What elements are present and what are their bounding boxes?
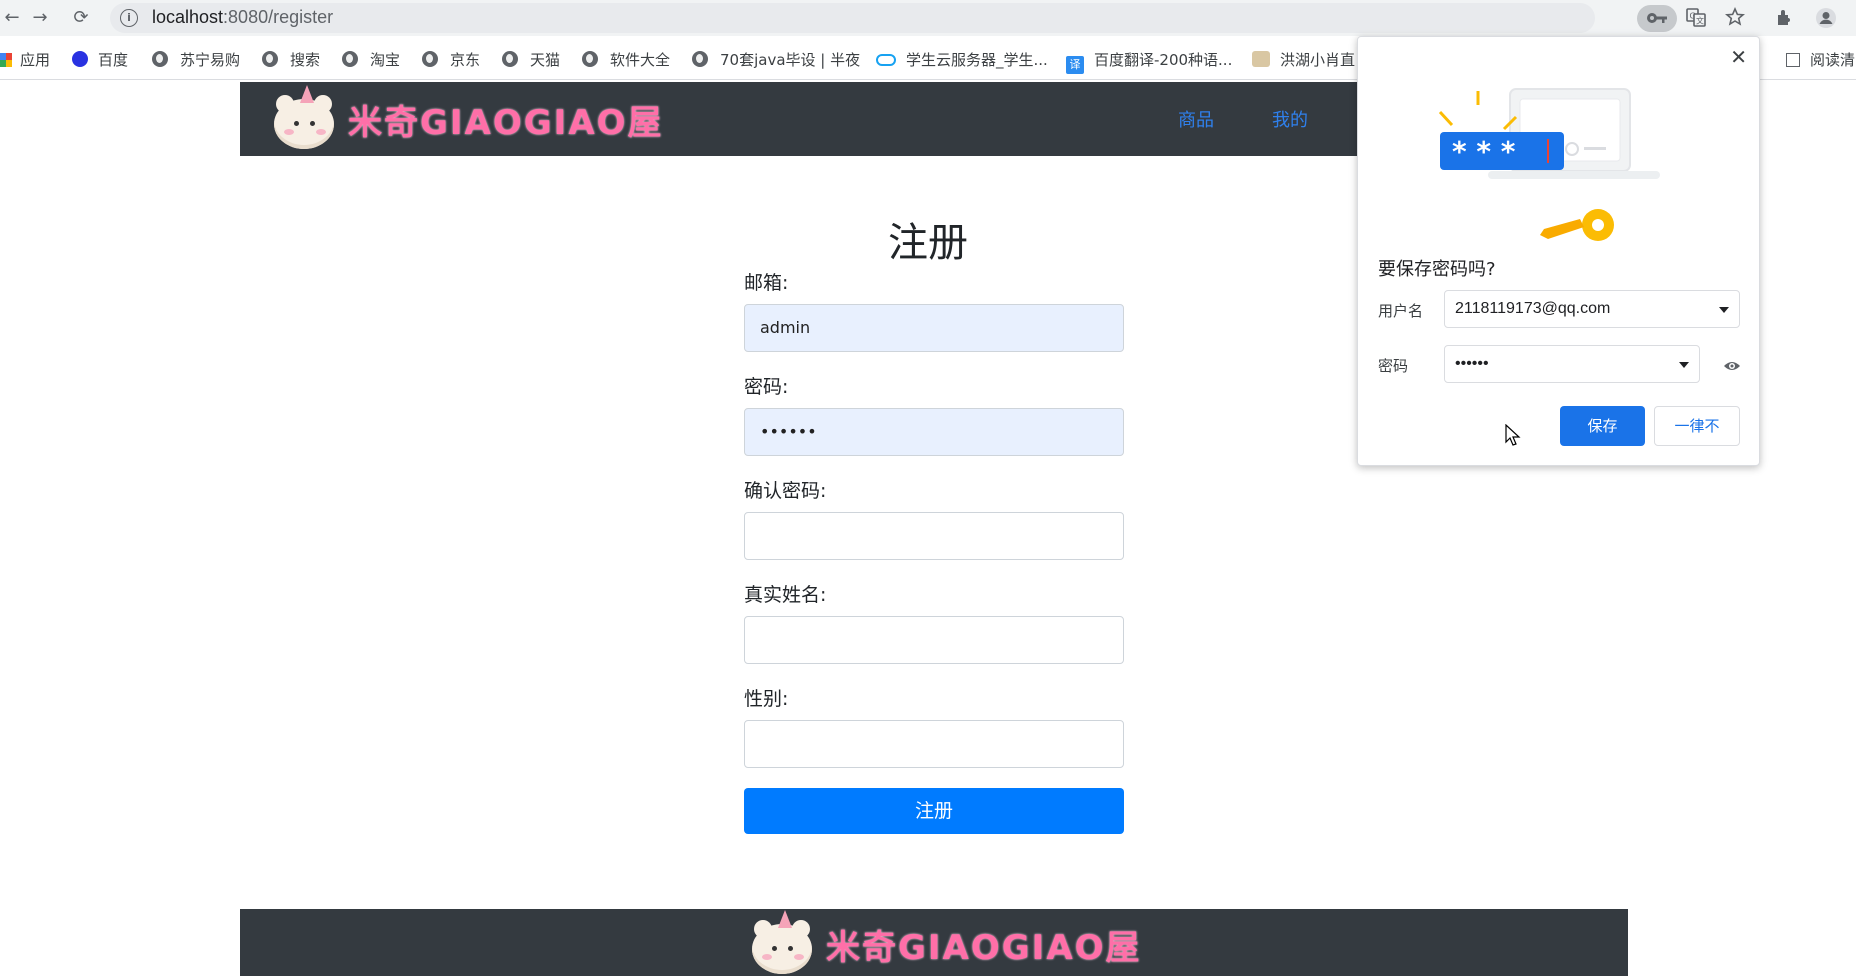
site-nav: 商品 我的 (1178, 106, 1308, 132)
dialog-title: 要保存密码吗? (1378, 259, 1496, 280)
confirm-password-field[interactable] (744, 512, 1124, 560)
footer-logo-text: 米奇GIAOGIAO屋 (826, 927, 1142, 968)
register-button[interactable]: 注册 (744, 788, 1124, 834)
gender-field[interactable] (744, 720, 1124, 768)
password-select[interactable]: •••••• (1444, 345, 1700, 383)
password-illustration: * * * (1438, 88, 1660, 241)
site-logo[interactable]: 米奇GIAOGIAO屋 (270, 84, 664, 154)
username-label: 用户名 (1378, 302, 1424, 320)
confirm-password-label: 确认密码: (744, 480, 827, 502)
bear-mascot-icon (748, 910, 816, 978)
password-label: 密码: (744, 376, 789, 398)
globe-icon (502, 51, 518, 67)
nav-products[interactable]: 商品 (1178, 106, 1214, 132)
globe-icon (582, 51, 598, 67)
email-label: 邮箱: (744, 272, 789, 294)
bookmark-taobao[interactable]: 淘宝 (342, 49, 400, 69)
url-text: localhost:8080/register (152, 7, 334, 27)
site-info-icon[interactable]: i (120, 9, 138, 27)
bookmark-search[interactable]: 搜索 (262, 49, 320, 69)
mouse-cursor-icon (1505, 424, 1521, 446)
reading-list[interactable]: 阅读清 (1786, 49, 1855, 69)
globe-icon (262, 51, 278, 67)
bookmark-favicon (1252, 51, 1270, 67)
reading-list-icon (1786, 53, 1800, 67)
register-form: 邮箱: admin 密码: •••••• 确认密码: 真实姓名: 性别: 注册 (744, 268, 1124, 834)
bookmark-cloud[interactable]: 学生云服务器_学生... (876, 49, 1048, 69)
star-icon[interactable] (1724, 7, 1747, 29)
globe-icon (152, 51, 168, 67)
cloud-icon (876, 54, 896, 66)
bear-mascot-icon (270, 85, 338, 153)
realname-field[interactable] (744, 616, 1124, 664)
logo-text: 米奇GIAOGIAO屋 (348, 102, 664, 143)
password-field[interactable]: •••••• (744, 408, 1124, 456)
username-value: 2118119173@qq.com (1455, 300, 1611, 317)
eye-icon[interactable] (1723, 357, 1741, 375)
close-icon[interactable]: ✕ (1730, 45, 1747, 69)
globe-icon (342, 51, 358, 67)
back-icon[interactable]: ← (0, 6, 24, 30)
save-password-button[interactable]: 保存 (1560, 406, 1645, 446)
password-key-icon[interactable] (1637, 5, 1677, 32)
nav-mine[interactable]: 我的 (1272, 106, 1308, 132)
forward-icon[interactable]: → (28, 6, 52, 30)
bookmark-jd[interactable]: 京东 (422, 49, 480, 69)
chevron-down-icon (1679, 362, 1689, 368)
chevron-down-icon (1719, 307, 1729, 313)
extensions-icon[interactable] (1775, 7, 1797, 29)
bookmark-baidu[interactable]: 百度 (72, 49, 128, 69)
bookmark-honghu[interactable]: 洪湖小肖直 (1252, 49, 1355, 69)
browser-toolbar: ← → ⟳ i localhost:8080/register G文 (0, 0, 1856, 36)
globe-icon (422, 51, 438, 67)
globe-icon (692, 51, 708, 67)
save-password-dialog: ✕ * * * 要保存密码吗? 用户名 2118119173@qq.com 密码… (1357, 36, 1760, 466)
bookmark-translate[interactable]: 译百度翻译-200种语... (1066, 49, 1232, 74)
footer-logo: 米奇GIAOGIAO屋 (748, 909, 1142, 979)
svg-text:文: 文 (1696, 16, 1704, 26)
bookmark-java[interactable]: 70套java毕设 | 半夜 (692, 49, 860, 69)
bookmark-tmall[interactable]: 天猫 (502, 49, 560, 69)
username-select[interactable]: 2118119173@qq.com (1444, 290, 1740, 328)
baidu-paw-icon (72, 51, 88, 67)
translate-icon[interactable]: G文 (1686, 7, 1708, 29)
bookmark-suning[interactable]: 苏宁易购 (152, 49, 240, 69)
reload-icon[interactable]: ⟳ (69, 6, 93, 30)
bookmark-apps[interactable]: 应用 (0, 49, 50, 69)
email-field[interactable]: admin (744, 304, 1124, 352)
translate-app-icon: 译 (1066, 56, 1084, 74)
address-bar[interactable]: i localhost:8080/register (110, 3, 1595, 33)
gender-label: 性别: (744, 688, 789, 710)
svg-text:* * *: * * * (1452, 135, 1516, 168)
realname-label: 真实姓名: (744, 584, 827, 606)
bookmark-software[interactable]: 软件大全 (582, 49, 670, 69)
profile-avatar-icon[interactable] (1815, 7, 1837, 29)
site-footer: 米奇GIAOGIAO屋 (240, 909, 1628, 976)
apps-grid-icon (0, 53, 12, 67)
password-value: •••••• (1455, 355, 1489, 372)
never-save-button[interactable]: 一律不 (1654, 406, 1740, 446)
password-label: 密码 (1378, 357, 1409, 375)
